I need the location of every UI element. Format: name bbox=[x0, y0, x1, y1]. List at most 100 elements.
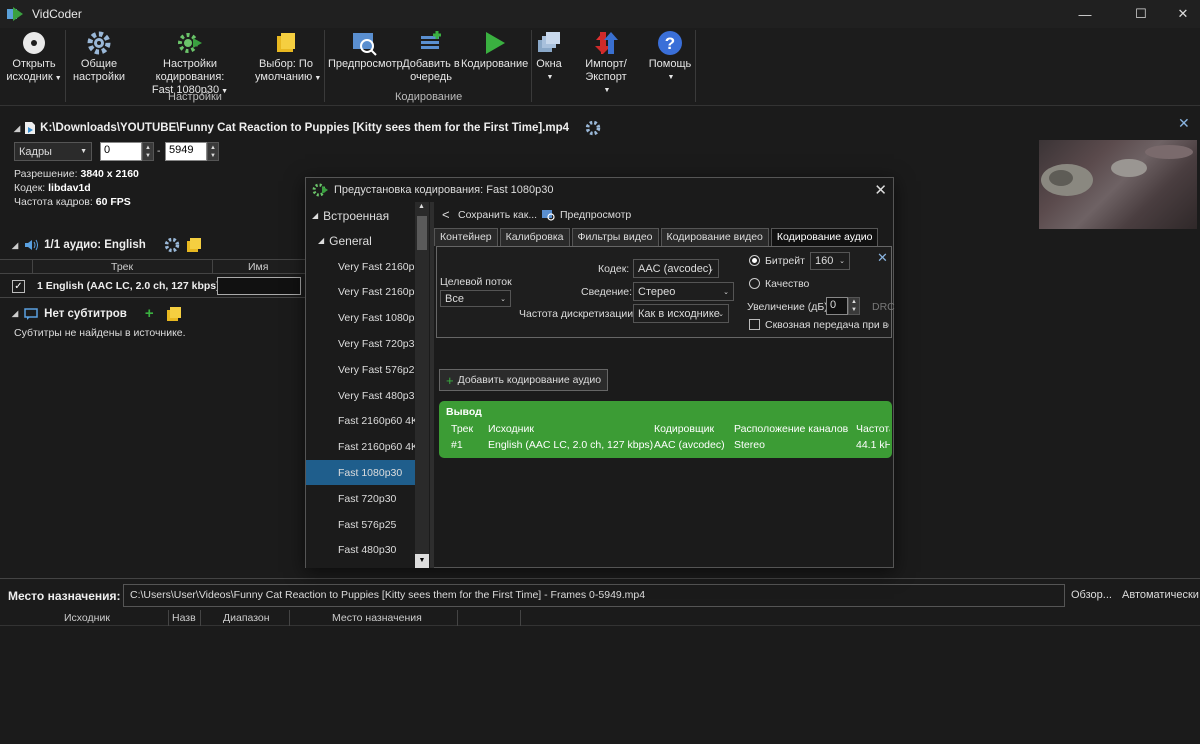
dialog-preview-button[interactable]: Предпросмотр bbox=[560, 209, 631, 221]
preset-item[interactable]: Fast 2160p60 4K bbox=[306, 435, 415, 460]
collapse-triangle-icon[interactable]: ◢ bbox=[312, 211, 318, 220]
app-title: VidCoder bbox=[32, 7, 82, 21]
tree-general[interactable]: ◢ General bbox=[306, 228, 415, 253]
tree-scrollbar[interactable]: ▲ ▼ bbox=[415, 202, 429, 568]
encode-settings-button[interactable]: Настройки кодирования: Fast 1080p30 ▼ bbox=[128, 30, 252, 98]
collapse-triangle-icon[interactable]: ◢ bbox=[14, 124, 20, 133]
preset-item[interactable]: Very Fast 576p2! bbox=[306, 357, 415, 382]
remove-audio-encoding-icon[interactable]: ✕ bbox=[877, 250, 888, 266]
scroll-up-icon[interactable]: ▲ bbox=[418, 203, 425, 210]
preset-item[interactable]: Fast 2160p60 4K bbox=[306, 409, 415, 434]
bitrate-label: Битрейт bbox=[765, 255, 805, 267]
auto-button[interactable]: Автоматически bbox=[1122, 589, 1199, 601]
scroll-down-icon[interactable]: ▼ bbox=[415, 554, 429, 568]
import-export-button[interactable]: Импорт/Экспорт ▼ bbox=[565, 30, 647, 97]
preset-item[interactable]: Fast 1080p30 bbox=[306, 460, 415, 486]
gain-input[interactable]: 0 bbox=[826, 297, 848, 315]
range-start-input[interactable]: 0 bbox=[100, 142, 142, 161]
scroll-thumb[interactable] bbox=[417, 216, 427, 250]
preset-item[interactable]: Very Fast 1080p3 bbox=[306, 306, 415, 331]
queue-col-destination: Место назначения bbox=[332, 612, 422, 624]
general-settings-button[interactable]: Общие настройки bbox=[72, 30, 126, 84]
save-as-button[interactable]: Сохранить как... bbox=[458, 209, 537, 221]
collapse-triangle-icon[interactable]: ◢ bbox=[12, 309, 18, 318]
audio-track-name-input[interactable] bbox=[217, 277, 301, 295]
range-end-spinner[interactable]: ▲ ▼ bbox=[207, 142, 219, 161]
range-type-select[interactable]: Кадры ▼ bbox=[14, 142, 92, 161]
resolution-info: Разрешение: 3840 x 2160 bbox=[14, 168, 139, 180]
quality-radio[interactable] bbox=[749, 278, 760, 289]
gain-spinner[interactable]: ▲ ▼ bbox=[848, 297, 860, 315]
source-settings-gear-icon[interactable] bbox=[585, 120, 601, 136]
preset-item[interactable]: Very Fast 480p3( bbox=[306, 383, 415, 408]
destination-path-input[interactable]: C:\Users\User\Videos\Funny Cat Reaction … bbox=[123, 584, 1065, 607]
dialog-title: Предустановка кодирования: Fast 1080p30 bbox=[334, 184, 554, 196]
tab-container[interactable]: Контейнер bbox=[434, 228, 498, 246]
toolbar-separator bbox=[65, 30, 66, 102]
audio-track-checkbox[interactable]: ✓ bbox=[12, 280, 25, 293]
folder-icon bbox=[277, 33, 295, 52]
windows-button[interactable]: Окна ▼ bbox=[534, 30, 564, 84]
general-settings-label: Общие bbox=[80, 58, 118, 70]
preset-item[interactable]: Fast 720p30 bbox=[306, 486, 415, 511]
audio-folder-icon[interactable] bbox=[186, 237, 202, 253]
back-chevron-icon[interactable]: < bbox=[442, 207, 450, 222]
maximize-button[interactable]: ☐ bbox=[1118, 0, 1164, 28]
tree-builtin[interactable]: ◢ Встроенная bbox=[306, 203, 415, 228]
audio-track-row[interactable]: ✓ 1 English (AAC LC, 2.0 ch, 127 kbps) bbox=[0, 275, 305, 298]
audio-col-track: Трек bbox=[111, 261, 134, 273]
codec-select[interactable]: AAC (avcodec) ⌄ bbox=[633, 259, 719, 278]
bitrate-select[interactable]: 160 ⌄ bbox=[810, 252, 850, 270]
output-source: English (AAC LC, 2.0 ch, 127 kbps) bbox=[488, 439, 654, 451]
add-audio-encoding-button[interactable]: + Добавить кодирование аудио bbox=[439, 369, 609, 391]
codec-value: libdav1d bbox=[48, 182, 91, 194]
codec-label: Кодек: bbox=[14, 182, 46, 194]
browse-button[interactable]: Обзор... bbox=[1071, 589, 1112, 601]
audio-settings-gear-icon[interactable] bbox=[164, 237, 180, 253]
preset-item[interactable]: Fast 576p25 bbox=[306, 512, 415, 537]
preset-item[interactable]: Fast 480p30 bbox=[306, 538, 415, 563]
tab-audio-encoding[interactable]: Кодирование аудио bbox=[770, 228, 879, 246]
help-button[interactable]: ? Помощь ▼ bbox=[648, 30, 692, 84]
close-source-icon[interactable]: ✕ bbox=[1178, 115, 1190, 132]
close-button[interactable]: ✕ bbox=[1160, 0, 1200, 28]
destination-label: Место назначения: bbox=[8, 589, 121, 603]
tab-sizing[interactable]: Калибровка bbox=[499, 228, 570, 246]
target-stream-select[interactable]: Все ⌄ bbox=[440, 290, 511, 307]
passthru-checkbox[interactable] bbox=[749, 319, 760, 330]
add-subtitle-icon[interactable]: + bbox=[145, 305, 154, 322]
help-icon: ? bbox=[658, 31, 682, 55]
preset-item[interactable]: Very Fast 2160p bbox=[306, 280, 415, 305]
subtitle-folder-icon[interactable] bbox=[166, 306, 182, 322]
minimize-button[interactable]: — bbox=[1062, 0, 1108, 28]
bottom-panel: Место назначения: C:\Users\User\Videos\F… bbox=[0, 578, 1200, 744]
range-end-input[interactable]: 5949 bbox=[165, 142, 207, 161]
queue-header: Исходник Назв Диапазон Место назначения bbox=[0, 610, 1200, 626]
encode-button[interactable]: Кодирование bbox=[461, 30, 528, 71]
audio-encoding-panel: Целевой поток Все ⌄ Кодек: AAC (avcodec) ⌄… bbox=[436, 246, 895, 338]
preset-item[interactable]: Very Fast 720p3( bbox=[306, 331, 415, 356]
queue-add-icon bbox=[421, 31, 441, 49]
pick-button[interactable]: Выбор: По умолчанию ▼ bbox=[255, 30, 321, 85]
collapse-triangle-icon[interactable]: ◢ bbox=[12, 241, 18, 250]
range-start-spinner[interactable]: ▲ ▼ bbox=[142, 142, 154, 161]
video-preview-thumbnail bbox=[1039, 140, 1197, 229]
audio-header: ◢ 1/1 аудио: English bbox=[12, 237, 202, 253]
resolution-value: 3840 x 2160 bbox=[80, 168, 139, 180]
collapse-triangle-icon[interactable]: ◢ bbox=[318, 236, 324, 245]
bitrate-radio[interactable] bbox=[749, 255, 760, 266]
encode-gear-icon bbox=[178, 33, 202, 53]
tab-video-encoding[interactable]: Кодирование видео bbox=[660, 228, 769, 246]
preview-button[interactable]: Предпросмотр bbox=[328, 30, 403, 71]
preset-item[interactable]: Very Fast 2160p bbox=[306, 254, 415, 279]
range-separator: - bbox=[157, 145, 161, 157]
dialog-close-icon[interactable]: ✕ bbox=[874, 181, 887, 199]
tab-video-filters[interactable]: Фильтры видео bbox=[571, 228, 659, 246]
tree-general-label: General bbox=[329, 233, 372, 248]
samplerate-select[interactable]: Как в исходнике ⌄ bbox=[633, 304, 729, 323]
mixdown-select[interactable]: Стерео ⌄ bbox=[633, 282, 734, 301]
codec-select-label: Кодек: bbox=[598, 263, 630, 275]
add-queue-button[interactable]: Добавить в очередь bbox=[402, 30, 460, 84]
output-channels: Stereo bbox=[734, 439, 765, 451]
open-source-button[interactable]: Открыть исходник ▼ bbox=[6, 30, 62, 85]
